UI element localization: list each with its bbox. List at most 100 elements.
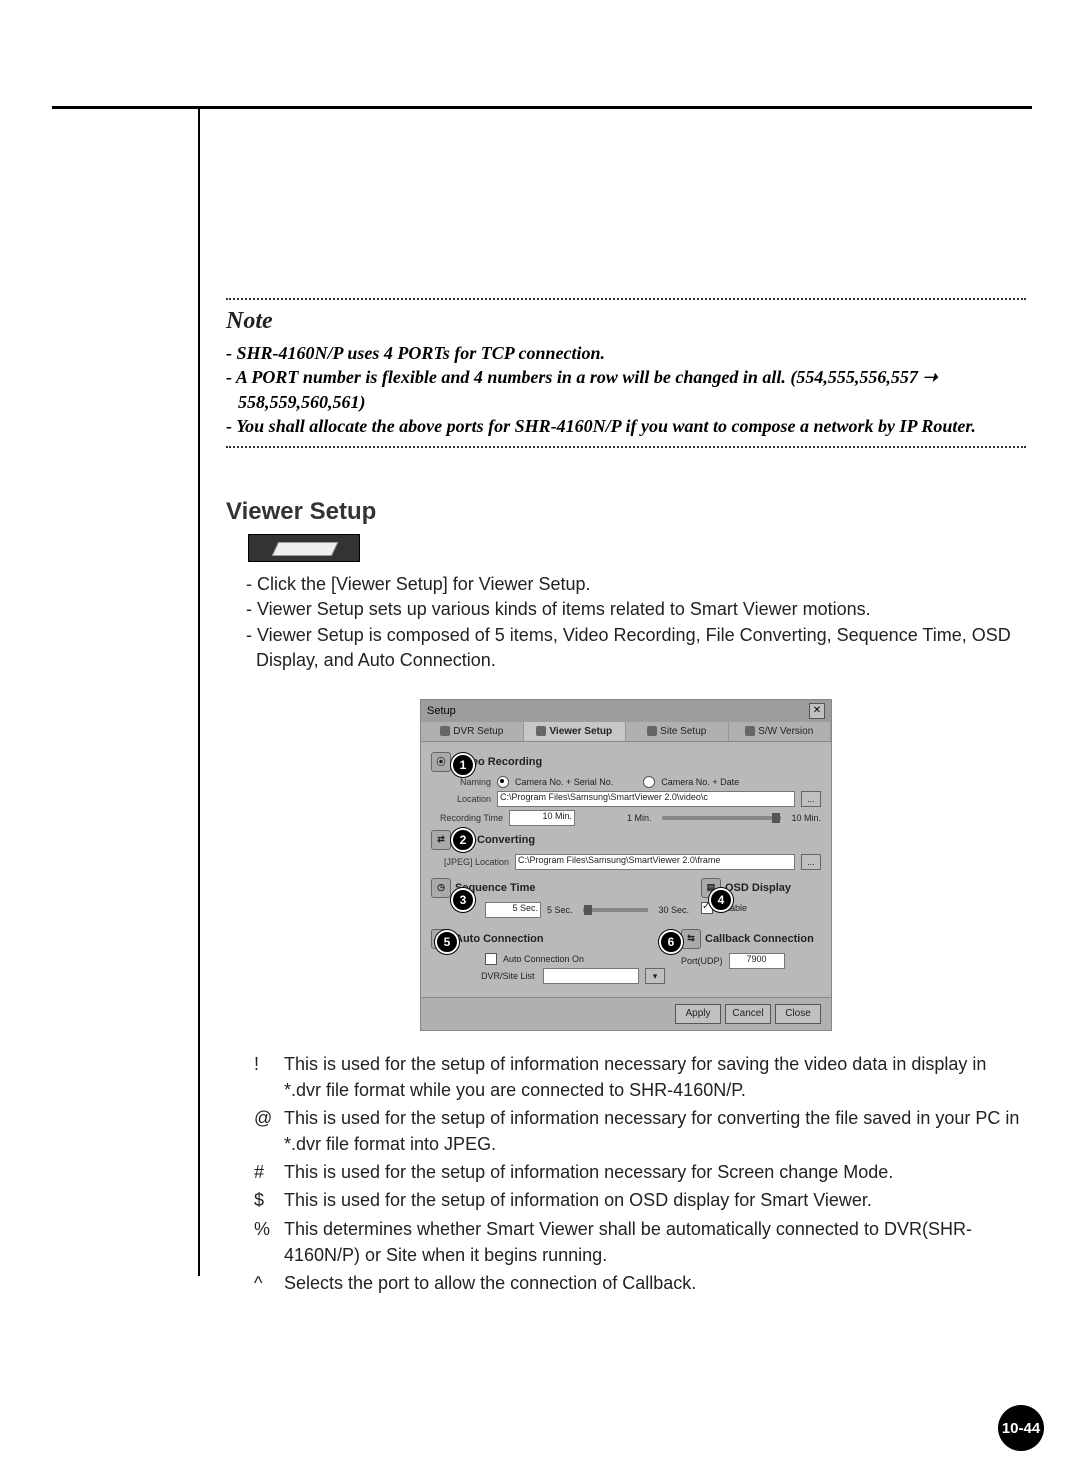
section-auto-connection: ⇆ Auto Connection bbox=[431, 929, 669, 949]
explanation-item: @This is used for the setup of informati… bbox=[254, 1105, 1026, 1157]
browse-button[interactable]: ... bbox=[801, 791, 821, 807]
two-col-row: ◷ Sequence Time 5 Sec. 5 Sec. 30 Sec. ▤ bbox=[431, 876, 821, 921]
list-text: This is used for the setup of informatio… bbox=[284, 1105, 1026, 1157]
apply-button[interactable]: Apply bbox=[675, 1004, 721, 1024]
seqtime-slider[interactable] bbox=[583, 908, 649, 912]
tab-dvr-setup[interactable]: DVR Setup bbox=[421, 722, 524, 741]
page: Note SHR-4160N/P uses 4 PORTs for TCP co… bbox=[0, 0, 1080, 1479]
rectime-input[interactable]: 10 Min. bbox=[509, 810, 575, 826]
autoconn-checkbox[interactable] bbox=[485, 953, 497, 965]
slider-max: 10 Min. bbox=[791, 813, 821, 823]
tab-label: S/W Version bbox=[758, 726, 813, 737]
tab-label: Viewer Setup bbox=[549, 726, 612, 737]
dvrsite-select[interactable] bbox=[543, 968, 639, 984]
tab-icon bbox=[536, 726, 546, 736]
explanation-item: $ This is used for the setup of informati… bbox=[254, 1187, 1026, 1213]
tab-icon bbox=[745, 726, 755, 736]
section-heading: Viewer Setup bbox=[226, 498, 1026, 526]
section-label: Callback Connection bbox=[705, 933, 814, 945]
list-text: This determines whether Smart Viewer sha… bbox=[284, 1216, 1026, 1268]
dropdown-icon[interactable]: ▾ bbox=[645, 968, 665, 984]
list-symbol: @ bbox=[254, 1105, 274, 1157]
section-file-converting: ⇄ File Converting bbox=[431, 830, 821, 850]
list-text: This is used for the setup of informatio… bbox=[284, 1051, 1026, 1103]
label: Recording Time bbox=[431, 813, 503, 823]
list-symbol: ^ bbox=[254, 1270, 274, 1296]
intro-item: Viewer Setup sets up various kinds of it… bbox=[256, 597, 1026, 622]
note-bottom-divider bbox=[226, 446, 1026, 448]
setup-dialog: Setup ✕ DVR Setup Viewer Setup Site Setu… bbox=[420, 699, 832, 1031]
callout-3: 3 bbox=[451, 888, 475, 912]
intro-list: Click the [Viewer Setup] for Viewer Setu… bbox=[226, 572, 1026, 673]
seqtime-input[interactable]: 5 Sec. bbox=[485, 902, 541, 918]
list-text: This is used for the setup of informatio… bbox=[284, 1187, 872, 1213]
explanation-item: # This is used for the setup of informati… bbox=[254, 1159, 1026, 1185]
callout-6: 6 bbox=[659, 930, 683, 954]
intro-item: Click the [Viewer Setup] for Viewer Setu… bbox=[256, 572, 1026, 597]
location-row: Location C:\Program Files\Samsung\SmartV… bbox=[431, 791, 821, 807]
callout-4: 4 bbox=[709, 888, 733, 912]
rectime-slider[interactable] bbox=[662, 816, 782, 820]
label: DVR/Site List bbox=[481, 971, 537, 981]
note-list: SHR-4160N/P uses 4 PORTs for TCP connect… bbox=[226, 341, 1026, 438]
label: Port(UDP) bbox=[681, 956, 723, 966]
callout-5: 5 bbox=[435, 930, 459, 954]
callback-port-row: Port(UDP) 7900 bbox=[681, 953, 821, 969]
two-col-row-2: ⇆ Auto Connection Auto Connection On DVR… bbox=[431, 927, 821, 987]
callout-1: 1 bbox=[451, 753, 475, 777]
location-input[interactable]: C:\Program Files\Samsung\SmartViewer 2.0… bbox=[497, 791, 795, 807]
tab-icon bbox=[647, 726, 657, 736]
list-symbol: # bbox=[254, 1159, 274, 1185]
main-content: Note SHR-4160N/P uses 4 PORTs for TCP co… bbox=[226, 298, 1026, 1298]
slider-max: 30 Sec. bbox=[658, 905, 689, 915]
slider-min: 5 Sec. bbox=[547, 905, 573, 915]
browse-button[interactable]: ... bbox=[801, 854, 821, 870]
rec-icon: ⦿ bbox=[431, 752, 451, 772]
dvrsite-row: DVR/Site List ▾ bbox=[481, 968, 669, 984]
clock-icon: ◷ bbox=[431, 878, 451, 898]
close-icon[interactable]: ✕ bbox=[809, 703, 825, 719]
tab-viewer-setup[interactable]: Viewer Setup bbox=[524, 722, 627, 741]
radio-label: Camera No. + Date bbox=[661, 777, 739, 787]
dialog-footer: Apply Cancel Close bbox=[421, 997, 831, 1030]
tab-sw-version[interactable]: S/W Version bbox=[729, 722, 832, 741]
note-heading: Note bbox=[226, 308, 1026, 335]
label: [JPEG] Location bbox=[431, 857, 509, 867]
explanation-item: ^ Selects the port to allow the connectio… bbox=[254, 1270, 1026, 1296]
note-item: SHR-4160N/P uses 4 PORTs for TCP connect… bbox=[238, 341, 1026, 365]
list-text: Selects the port to allow the connection… bbox=[284, 1270, 696, 1296]
callout-2: 2 bbox=[451, 828, 475, 852]
note-item: A PORT number is flexible and 4 numbers … bbox=[238, 365, 1026, 414]
section-video-recording: ⦿ Video Recording bbox=[431, 752, 821, 772]
section-callback-connection: ⇆ Callback Connection bbox=[681, 929, 821, 949]
cancel-button[interactable]: Cancel bbox=[725, 1004, 771, 1024]
viewer-setup-button-image bbox=[248, 534, 360, 562]
label: Location bbox=[431, 794, 491, 804]
tab-label: DVR Setup bbox=[453, 726, 503, 737]
radio-label: Camera No. + Serial No. bbox=[515, 777, 613, 787]
list-symbol: ! bbox=[254, 1051, 274, 1103]
checkbox-label: Auto Connection On bbox=[503, 954, 584, 964]
tab-site-setup[interactable]: Site Setup bbox=[626, 722, 729, 741]
dialog-titlebar: Setup ✕ bbox=[421, 700, 831, 722]
list-text: This is used for the setup of informatio… bbox=[284, 1159, 893, 1185]
callback-icon: ⇆ bbox=[681, 929, 701, 949]
note-top-divider bbox=[226, 298, 1026, 300]
section-label: Auto Connection bbox=[455, 933, 544, 945]
left-rule bbox=[198, 106, 200, 1276]
tab-icon bbox=[440, 726, 450, 736]
label: Naming bbox=[431, 777, 491, 787]
callback-port-input[interactable]: 7900 bbox=[729, 953, 785, 969]
jpeg-location-row: [JPEG] Location C:\Program Files\Samsung… bbox=[431, 854, 821, 870]
close-button[interactable]: Close bbox=[775, 1004, 821, 1024]
jpeg-location-input[interactable]: C:\Program Files\Samsung\SmartViewer 2.0… bbox=[515, 854, 795, 870]
dialog-body: ⦿ Video Recording Naming Camera No. + Se… bbox=[421, 742, 831, 997]
explanation-list: !This is used for the setup of informati… bbox=[254, 1051, 1026, 1296]
radio-naming-date[interactable] bbox=[643, 776, 655, 788]
naming-row: Naming Camera No. + Serial No. Camera No… bbox=[431, 776, 821, 788]
explanation-item: !This is used for the setup of informati… bbox=[254, 1051, 1026, 1103]
radio-naming-serial[interactable] bbox=[497, 776, 509, 788]
dialog-title: Setup bbox=[427, 705, 456, 717]
convert-icon: ⇄ bbox=[431, 830, 451, 850]
list-symbol: $ bbox=[254, 1187, 274, 1213]
